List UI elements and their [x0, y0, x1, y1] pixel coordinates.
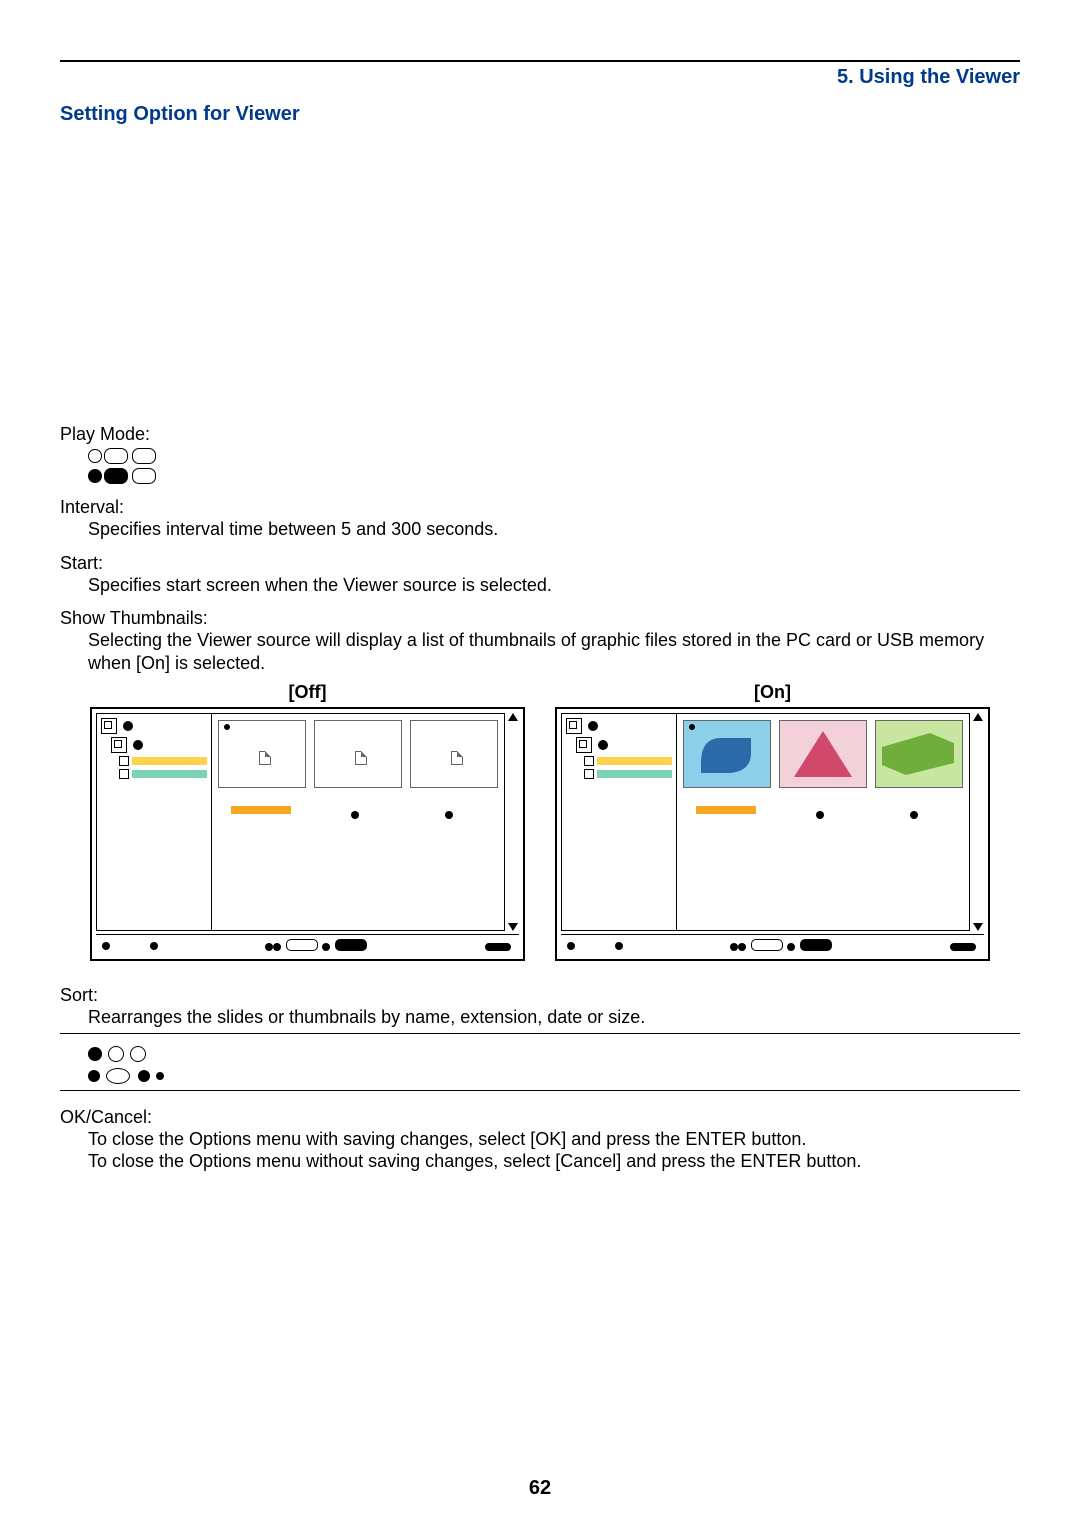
file-tile	[314, 720, 402, 788]
chapter-heading: 5. Using the Viewer	[60, 66, 1020, 89]
play-mode-term: Play Mode:	[60, 424, 1020, 445]
figure-on-sidebar	[562, 714, 677, 930]
figure-placeholder	[60, 132, 1020, 412]
figure-off-label: [Off]	[90, 682, 525, 703]
file-tile	[410, 720, 498, 788]
scrollbar[interactable]	[507, 713, 519, 931]
sort-desc: Rearranges the slides or thumbnails by n…	[88, 1006, 1020, 1029]
figure-on-panel	[555, 707, 990, 961]
show-thumbnails-term: Show Thumbnails:	[60, 608, 1020, 629]
thumbnail	[683, 720, 771, 788]
play-mode-option-manual	[88, 447, 1020, 465]
figure-on-label: [On]	[555, 682, 990, 703]
scrollbar[interactable]	[972, 713, 984, 931]
thumbnail	[875, 720, 963, 788]
figure-on-content	[677, 714, 969, 930]
sort-term: Sort:	[60, 985, 1020, 1006]
play-mode-option-auto	[88, 467, 1020, 485]
figure-off-content	[212, 714, 504, 930]
section-title: Setting Option for Viewer	[60, 103, 1020, 126]
figure-off-statusbar	[96, 934, 519, 955]
ok-cancel-line1: To close the Options menu with saving ch…	[88, 1128, 1020, 1151]
ok-cancel-term: OK/Cancel:	[60, 1107, 1020, 1128]
ok-cancel-line2: To close the Options menu without saving…	[88, 1150, 1020, 1173]
page-number: 62	[0, 1477, 1080, 1500]
interval-desc: Specifies interval time between 5 and 30…	[88, 518, 1020, 541]
file-tile	[218, 720, 306, 788]
figure-on-statusbar	[561, 934, 984, 955]
thumbnail	[779, 720, 867, 788]
figure-off-sidebar	[97, 714, 212, 930]
interval-term: Interval:	[60, 497, 1020, 518]
start-term: Start:	[60, 553, 1020, 574]
note-block	[60, 1033, 1020, 1091]
show-thumbnails-desc: Selecting the Viewer source will display…	[88, 629, 1020, 674]
start-desc: Specifies start screen when the Viewer s…	[88, 574, 1020, 597]
figure-off-panel	[90, 707, 525, 961]
